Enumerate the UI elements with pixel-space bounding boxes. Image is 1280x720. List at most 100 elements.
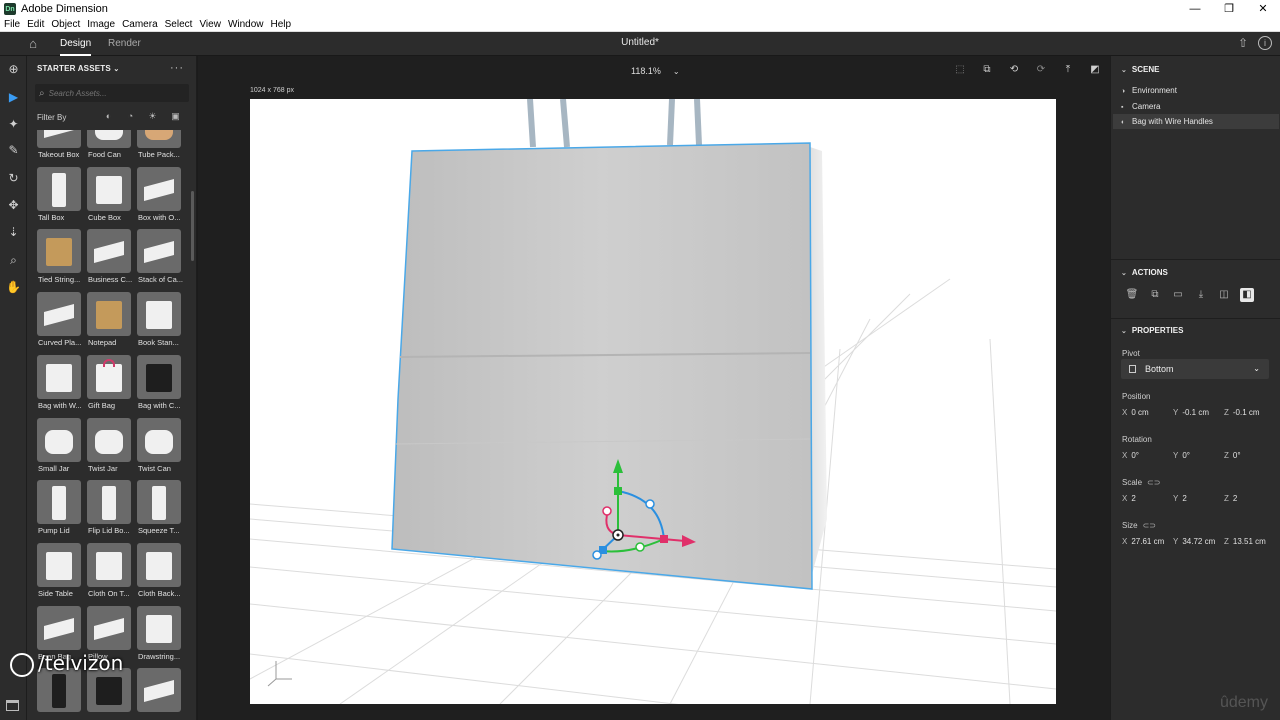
- scene-item-camera[interactable]: ▪ Camera: [1121, 102, 1160, 111]
- sample-tool-icon[interactable]: ✎: [5, 142, 22, 159]
- position-z-field[interactable]: Z -0.1 cm: [1224, 408, 1260, 417]
- more-options-icon[interactable]: ···: [170, 62, 184, 74]
- rotation-y-field[interactable]: Y 0°: [1173, 451, 1190, 460]
- scale-x-field[interactable]: X2: [1122, 494, 1136, 503]
- snap-icon[interactable]: ⤒: [1061, 63, 1075, 77]
- home-icon[interactable]: ⌂: [25, 36, 41, 52]
- asset-tile[interactable]: Tube Pack...: [135, 130, 183, 164]
- orbit-icon[interactable]: ↻: [5, 170, 22, 187]
- link-icon[interactable]: ⊂⊃: [1147, 478, 1160, 487]
- scale-z-field[interactable]: Z2: [1224, 494, 1237, 503]
- tab-design[interactable]: Design: [60, 32, 92, 56]
- size-z-field[interactable]: Z 13.51 cm: [1224, 537, 1266, 546]
- filter-materials-icon[interactable]: ◔: [125, 111, 136, 122]
- 3d-viewport[interactable]: [250, 99, 1056, 704]
- menu-edit[interactable]: Edit: [23, 19, 47, 30]
- asset-tile[interactable]: Curved Pla...: [35, 292, 83, 352]
- flip-lid-icon: [87, 480, 131, 525]
- position-x-field[interactable]: X0 cm: [1122, 408, 1149, 417]
- close-button[interactable]: ✕: [1246, 0, 1280, 18]
- asset-tile[interactable]: Business C...: [85, 229, 133, 289]
- asset-tile[interactable]: Twist Can: [135, 417, 183, 478]
- delete-icon[interactable]: 🗑: [1125, 288, 1139, 302]
- info-icon[interactable]: i: [1258, 36, 1272, 50]
- asset-tile[interactable]: Tall Box: [35, 166, 83, 227]
- asset-tile[interactable]: Drawstring...: [135, 605, 183, 666]
- duplicate-icon[interactable]: ⧉: [1148, 288, 1162, 302]
- canvas-dimensions: 1024 x 768 px: [250, 87, 294, 94]
- size-x-field[interactable]: X 27.61 cm: [1122, 537, 1164, 546]
- edit-model-icon[interactable]: ◧: [1240, 288, 1254, 302]
- size-y-field[interactable]: Y 34.72 cm: [1173, 537, 1215, 546]
- maximize-button[interactable]: ❐: [1212, 0, 1246, 18]
- assets-header[interactable]: STARTER ASSETS ⌄: [37, 64, 119, 73]
- menu-window[interactable]: Window: [224, 19, 267, 30]
- scene-header[interactable]: ⌄ SCENE: [1121, 65, 1159, 74]
- group-icon[interactable]: ▭: [1171, 288, 1185, 302]
- link-icon[interactable]: ⊂⊃: [1143, 521, 1156, 530]
- asset-tile[interactable]: Tied String...: [35, 229, 83, 289]
- asset-tile[interactable]: Cloth Back...: [135, 542, 183, 603]
- menu-help[interactable]: Help: [267, 19, 295, 30]
- asset-tile[interactable]: Gift Bag: [85, 354, 133, 415]
- zoom-icon[interactable]: ⌕: [5, 252, 22, 269]
- asset-tile[interactable]: Side Table: [35, 542, 83, 603]
- asset-tile[interactable]: Bag with W...: [35, 354, 83, 415]
- asset-search-input[interactable]: [48, 88, 169, 98]
- pan-icon[interactable]: ✥: [5, 197, 22, 214]
- scene-item-environment[interactable]: ◑ Environment: [1121, 86, 1177, 95]
- asset-tile[interactable]: Box with O...: [135, 166, 183, 227]
- menu-view[interactable]: View: [195, 19, 224, 30]
- drop-to-ground-icon[interactable]: ⤓: [1194, 288, 1208, 302]
- rotation-x-field[interactable]: X 0°: [1122, 451, 1139, 460]
- minimize-button[interactable]: —: [1178, 0, 1212, 18]
- asset-tile[interactable]: Cube Box: [85, 166, 133, 227]
- position-y-field[interactable]: Y -0.1 cm: [1173, 408, 1209, 417]
- menu-image[interactable]: Image: [83, 19, 118, 30]
- dolly-icon[interactable]: ⇣: [5, 224, 22, 241]
- asset-tile[interactable]: Stack of Ca...: [135, 229, 183, 289]
- render-preview-icon[interactable]: ◩: [1088, 63, 1102, 77]
- asset-tile[interactable]: Bag with C...: [135, 354, 183, 415]
- takeout-box-icon: [37, 130, 81, 148]
- asset-tile[interactable]: Small Jar: [35, 417, 83, 478]
- fit-view-icon[interactable]: ⧉: [980, 63, 994, 77]
- tab-render[interactable]: Render: [108, 32, 141, 56]
- assets-scrollbar[interactable]: [191, 191, 194, 261]
- asset-tile[interactable]: Flip Lid Bo...: [85, 480, 133, 540]
- pivot-select[interactable]: Bottom ⌄: [1121, 359, 1269, 379]
- scale-y-field[interactable]: Y2: [1173, 494, 1187, 503]
- menu-object[interactable]: Object: [47, 19, 83, 30]
- filter-images-icon[interactable]: ▣: [170, 111, 181, 122]
- asset-tile[interactable]: Book Stan...: [135, 292, 183, 352]
- asset-tile[interactable]: Squeeze T...: [135, 480, 183, 540]
- hand-icon[interactable]: ✋: [5, 279, 22, 296]
- share-icon[interactable]: ⇧: [1238, 36, 1248, 50]
- asset-tile[interactable]: Cloth On T...: [85, 542, 133, 603]
- properties-header[interactable]: ⌄ PROPERTIES: [1121, 326, 1183, 335]
- asset-tile[interactable]: Notepad: [85, 292, 133, 352]
- add-icon[interactable]: ⊕: [5, 61, 22, 78]
- pillow-icon: [87, 605, 131, 650]
- menu-file[interactable]: File: [0, 19, 23, 30]
- undo-view-icon[interactable]: ⟳: [1034, 63, 1048, 77]
- magic-wand-icon[interactable]: ✦: [5, 116, 22, 133]
- asset-tile[interactable]: Pump Lid: [35, 480, 83, 540]
- scene-item-bag[interactable]: ◐ Bag with Wire Handles: [1113, 114, 1279, 129]
- select-tool-icon[interactable]: ▶: [5, 89, 22, 106]
- menu-camera[interactable]: Camera: [118, 19, 161, 30]
- asset-tile[interactable]: [135, 668, 183, 720]
- filter-models-icon[interactable]: ◐: [103, 111, 114, 122]
- actions-header[interactable]: ⌄ ACTIONS: [1121, 268, 1168, 277]
- filter-lights-icon[interactable]: ☀: [147, 111, 158, 122]
- asset-tile[interactable]: Takeout Box: [35, 130, 83, 164]
- panel-toggle-icon[interactable]: [6, 700, 19, 711]
- asset-tile[interactable]: Twist Jar: [85, 417, 133, 478]
- zoom-control[interactable]: 118.1% ⌄: [631, 66, 680, 76]
- rotation-z-field[interactable]: Z 0°: [1224, 451, 1241, 460]
- reset-view-icon[interactable]: ⟲: [1007, 63, 1021, 77]
- menu-select[interactable]: Select: [161, 19, 196, 30]
- frame-icon[interactable]: ⬚: [953, 63, 967, 77]
- asset-tile[interactable]: Food Can: [85, 130, 133, 164]
- align-icon[interactable]: ◫: [1217, 288, 1231, 302]
